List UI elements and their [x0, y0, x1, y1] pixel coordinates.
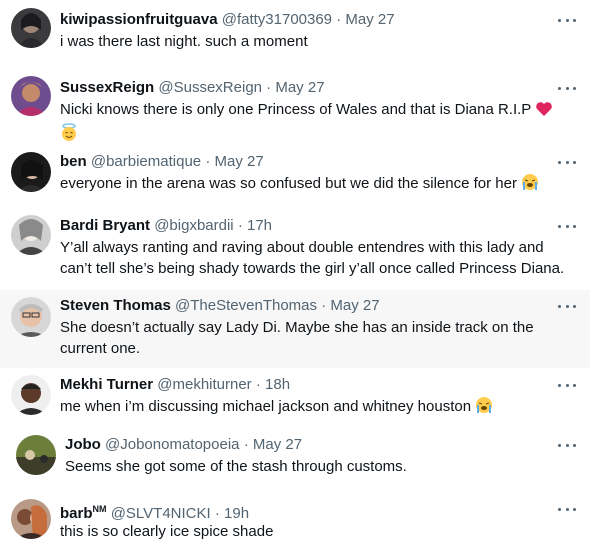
more-options-icon[interactable] [558, 504, 576, 514]
tweet-body: me when i’m discussing michael jackson a… [60, 396, 575, 420]
avatar[interactable] [11, 152, 51, 192]
author-name[interactable]: Jobo [65, 436, 101, 453]
avatar[interactable] [16, 435, 56, 475]
author-handle[interactable]: @barbiematique [91, 153, 201, 170]
avatar[interactable] [11, 297, 51, 337]
reply-feed: kiwipassionfruitguava @fatty31700369 · M… [0, 0, 590, 558]
separator-dot: · [266, 79, 272, 96]
tweet-header: ben @barbiematique · May 27 [60, 152, 264, 172]
author-name[interactable]: ben [60, 153, 87, 170]
timestamp[interactable]: 17h [247, 217, 272, 234]
tweet-item[interactable]: Bardi Bryant @bigxbardii · 17h Y’all alw… [0, 208, 590, 290]
avatar[interactable] [11, 499, 51, 539]
more-options-icon[interactable] [558, 301, 576, 311]
loudly-crying-face-icon [521, 173, 539, 197]
tweet-text: She doesn’t actually say Lady Di. Maybe … [60, 319, 534, 357]
tweet-header: Steven Thomas @TheStevenThomas · May 27 [60, 296, 380, 316]
author-handle[interactable]: @fatty31700369 [222, 11, 332, 28]
tweet-item[interactable]: kiwipassionfruitguava @fatty31700369 · M… [0, 0, 590, 68]
timestamp[interactable]: May 27 [214, 153, 263, 170]
author-handle[interactable]: @TheStevenThomas [175, 297, 317, 314]
author-handle[interactable]: @SussexReign [158, 79, 262, 96]
avatar[interactable] [11, 8, 51, 48]
tweet-text: everyone in the arena was so confused bu… [60, 175, 517, 192]
timestamp[interactable]: May 27 [253, 436, 302, 453]
separator-dot: · [237, 217, 243, 234]
separator-dot: · [255, 376, 261, 393]
tweet-text: Y’all always ranting and raving about do… [60, 239, 565, 277]
tweet-item[interactable]: Steven Thomas @TheStevenThomas · May 27 … [0, 290, 590, 368]
author-name[interactable]: SussexReign [60, 79, 154, 96]
avatar[interactable] [11, 375, 51, 415]
author-handle[interactable]: @Jobonomatopoeia [105, 436, 240, 453]
more-options-icon[interactable] [558, 157, 576, 167]
tweet-text: this is so clearly ice spice shade [60, 523, 274, 540]
author-name[interactable]: Mekhi Turner [60, 376, 153, 393]
avatar[interactable] [11, 215, 51, 255]
separator-dot: · [243, 436, 249, 453]
name-superscript: NM [92, 504, 107, 514]
timestamp[interactable]: May 27 [275, 79, 324, 96]
tweet-header: Mekhi Turner @mekhiturner · 18h [60, 375, 290, 395]
tweet-item[interactable]: ben @barbiematique · May 27 everyone in … [0, 146, 590, 208]
author-name[interactable]: barbNM [60, 504, 107, 522]
tweet-header: Jobo @Jobonomatopoeia · May 27 [65, 435, 302, 455]
timestamp[interactable]: May 27 [345, 11, 394, 28]
tweet-header: kiwipassionfruitguava @fatty31700369 · M… [60, 10, 395, 30]
author-name[interactable]: kiwipassionfruitguava [60, 11, 218, 28]
author-name[interactable]: Steven Thomas [60, 297, 171, 314]
separator-dot: · [214, 505, 220, 522]
red-heart-icon [535, 101, 553, 123]
tweet-item[interactable]: Mekhi Turner @mekhiturner · 18h me when … [0, 368, 590, 428]
author-handle[interactable]: @SLVT4NICKI [111, 505, 211, 522]
more-options-icon[interactable] [558, 15, 576, 25]
timestamp[interactable]: 18h [265, 376, 290, 393]
tweet-text: me when i’m discussing michael jackson a… [60, 398, 472, 415]
tweet-text: Seems she got some of the stash through … [65, 458, 407, 475]
author-handle[interactable]: @bigxbardii [154, 217, 233, 234]
tweet-header: Bardi Bryant @bigxbardii · 17h [60, 216, 272, 236]
tweet-body: Nicki knows there is only one Princess o… [60, 99, 575, 147]
loudly-crying-face-icon [475, 396, 493, 420]
tweet-item[interactable]: SussexReign @SussexReign · May 27 Nicki … [0, 68, 590, 146]
separator-dot: · [336, 11, 342, 28]
tweet-body: everyone in the arena was so confused bu… [60, 173, 575, 197]
separator-dot: · [205, 153, 211, 170]
more-options-icon[interactable] [558, 83, 576, 93]
more-options-icon[interactable] [558, 380, 576, 390]
tweet-text: Nicki knows there is only one Princess o… [60, 101, 532, 118]
smiling-face-with-halo-icon [60, 123, 78, 147]
tweet-text: i was there last night. such a moment [60, 33, 308, 50]
tweet-item[interactable]: barbNM @SLVT4NICKI · 19h this is so clea… [0, 490, 590, 558]
timestamp[interactable]: May 27 [330, 297, 379, 314]
more-options-icon[interactable] [558, 440, 576, 450]
author-handle[interactable]: @mekhiturner [157, 376, 251, 393]
more-options-icon[interactable] [558, 221, 576, 231]
avatar[interactable] [11, 76, 51, 116]
tweet-header: SussexReign @SussexReign · May 27 [60, 78, 325, 98]
tweet-item[interactable]: Jobo @Jobonomatopoeia · May 27 Seems she… [0, 428, 590, 490]
separator-dot: · [321, 297, 327, 314]
timestamp[interactable]: 19h [224, 505, 249, 522]
author-name[interactable]: Bardi Bryant [60, 217, 150, 234]
